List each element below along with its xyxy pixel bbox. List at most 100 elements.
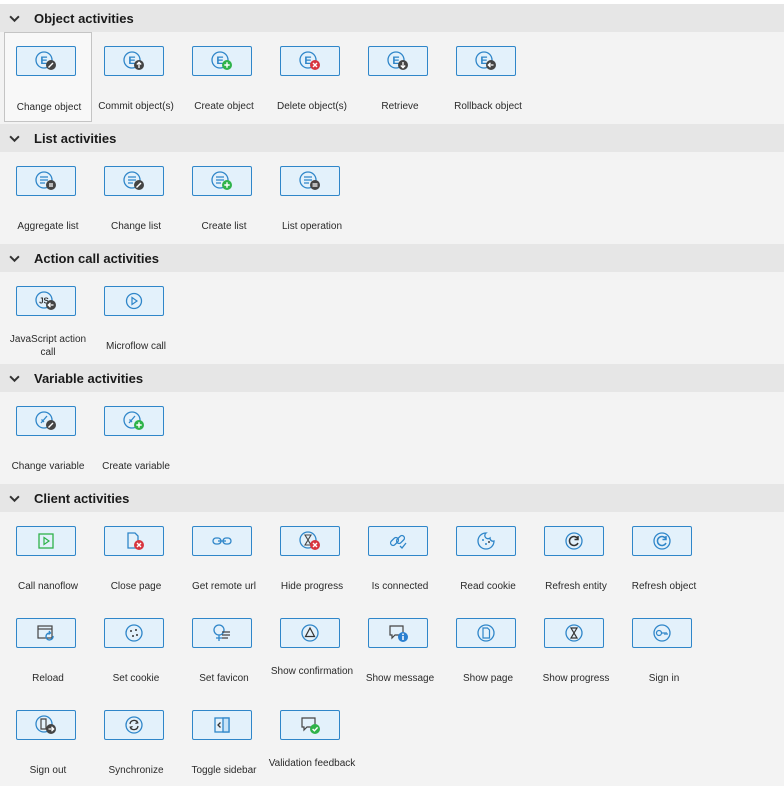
tile-aggregate-list[interactable]: Aggregate list	[4, 152, 92, 242]
show-progress-icon	[544, 618, 604, 648]
get-remote-url-icon	[192, 526, 252, 556]
tile-label: Hide progress	[280, 581, 344, 592]
tile-rollback-object[interactable]: E Rollback object	[444, 32, 532, 122]
tile-label: Sign out	[29, 765, 67, 776]
tile-validation-feedback[interactable]: Validation feedback	[268, 696, 356, 786]
tile-show-message[interactable]: Show message	[356, 604, 444, 694]
show-message-icon	[368, 618, 428, 648]
section-header-client-activities[interactable]: Client activities	[0, 484, 784, 512]
tile-label: Delete object(s)	[276, 101, 348, 112]
section-title: Variable activities	[34, 370, 144, 386]
tile-label: Read cookie	[460, 581, 516, 592]
tile-label: Rollback object	[454, 101, 522, 112]
tile-label: Sign in	[648, 673, 680, 684]
tile-reload[interactable]: Reload	[4, 604, 92, 694]
tile-refresh-object[interactable]: Refresh object	[620, 512, 708, 602]
tile-label: Call nanoflow	[17, 581, 79, 592]
tile-label: List operation	[281, 221, 343, 232]
call-nanoflow-icon	[16, 526, 76, 556]
tile-get-remote-url[interactable]: Get remote url	[180, 512, 268, 602]
chevron-down-icon[interactable]	[0, 133, 28, 144]
tile-show-progress[interactable]: Show progress	[532, 604, 620, 694]
sign-out-icon	[16, 710, 76, 740]
tile-delete-object[interactable]: E Delete object(s)	[268, 32, 356, 122]
tile-sign-in[interactable]: Sign in	[620, 604, 708, 694]
section-title: Client activities	[34, 490, 130, 506]
tile-commit-object[interactable]: E Commit object(s)	[92, 32, 180, 122]
tile-label: Show confirmation	[270, 666, 354, 677]
chevron-down-icon[interactable]	[0, 493, 28, 504]
tile-microflow-call[interactable]: Microflow call	[92, 272, 180, 362]
tile-label: Refresh object	[631, 581, 697, 592]
tile-label: Create variable	[102, 461, 170, 472]
tile-hide-progress[interactable]: Hide progress	[268, 512, 356, 602]
tile-label: Synchronize	[108, 765, 164, 776]
refresh-entity-icon	[544, 526, 604, 556]
section-header-variable-activities[interactable]: Variable activities	[0, 364, 784, 392]
read-cookie-icon	[456, 526, 516, 556]
tile-refresh-entity[interactable]: Refresh entity	[532, 512, 620, 602]
tile-label: Validation feedback	[268, 758, 356, 769]
create-list-icon	[192, 166, 252, 196]
tile-toggle-sidebar[interactable]: Toggle sidebar	[180, 696, 268, 786]
set-cookie-icon	[104, 618, 164, 648]
refresh-object-icon	[632, 526, 692, 556]
tile-javascript-action-call[interactable]: JS JavaScript action call	[4, 272, 92, 362]
tile-create-list[interactable]: Create list	[180, 152, 268, 242]
tile-label: Show message	[365, 673, 435, 684]
tile-show-page[interactable]: Show page	[444, 604, 532, 694]
tile-create-object[interactable]: E Create object	[180, 32, 268, 122]
aggregate-list-icon	[16, 166, 76, 196]
tile-label: Commit object(s)	[98, 101, 174, 112]
section-header-list-activities[interactable]: List activities	[0, 124, 784, 152]
commit-object-icon: E	[104, 46, 164, 76]
change-variable-icon	[16, 406, 76, 436]
tile-create-variable[interactable]: Create variable	[92, 392, 180, 482]
tile-label: Toggle sidebar	[191, 765, 257, 776]
tile-change-variable[interactable]: Change variable	[4, 392, 92, 482]
tile-read-cookie[interactable]: Read cookie	[444, 512, 532, 602]
tile-label: Change variable	[11, 461, 85, 472]
sign-in-icon	[632, 618, 692, 648]
tile-retrieve[interactable]: E Retrieve	[356, 32, 444, 122]
tile-call-nanoflow[interactable]: Call nanoflow	[4, 512, 92, 602]
hide-progress-icon	[280, 526, 340, 556]
chevron-down-icon[interactable]	[0, 253, 28, 264]
tile-is-connected[interactable]: Is connected	[356, 512, 444, 602]
rollback-object-icon: E	[456, 46, 516, 76]
chevron-down-icon[interactable]	[0, 373, 28, 384]
change-object-icon: E	[16, 46, 76, 76]
section-header-object-activities[interactable]: Object activities	[0, 4, 784, 32]
retrieve-icon: E	[368, 46, 428, 76]
tile-sign-out[interactable]: Sign out	[4, 696, 92, 786]
tile-close-page[interactable]: Close page	[92, 512, 180, 602]
tile-label: Set cookie	[112, 673, 160, 684]
reload-icon	[16, 618, 76, 648]
validation-feedback-icon	[280, 710, 340, 740]
section-title: Object activities	[34, 10, 134, 26]
tile-label: Reload	[32, 673, 64, 684]
tile-set-favicon[interactable]: Set favicon	[180, 604, 268, 694]
tile-show-confirmation[interactable]: Show confirmation	[268, 604, 356, 694]
tile-change-object[interactable]: E Change object	[4, 32, 92, 122]
tile-label: Refresh entity	[545, 581, 607, 592]
tile-label: Show page	[462, 673, 514, 684]
tile-label: Set favicon	[199, 673, 249, 684]
tile-label: Show progress	[542, 673, 610, 684]
tile-label: Create object	[194, 101, 254, 112]
list-operation-icon	[280, 166, 340, 196]
tile-change-list[interactable]: Change list	[92, 152, 180, 242]
tile-label: Change list	[110, 221, 162, 232]
delete-object-icon: E	[280, 46, 340, 76]
synchronize-icon	[104, 710, 164, 740]
tile-synchronize[interactable]: Synchronize	[92, 696, 180, 786]
tile-label: Microflow call	[105, 341, 166, 352]
tile-set-cookie[interactable]: Set cookie	[92, 604, 180, 694]
chevron-down-icon[interactable]	[0, 13, 28, 24]
change-list-icon	[104, 166, 164, 196]
javascript-action-call-icon: JS	[16, 286, 76, 316]
section-header-action-call-activities[interactable]: Action call activities	[0, 244, 784, 272]
tile-list-operation[interactable]: List operation	[268, 152, 356, 242]
microflow-call-icon	[104, 286, 164, 316]
show-confirmation-icon	[280, 618, 340, 648]
